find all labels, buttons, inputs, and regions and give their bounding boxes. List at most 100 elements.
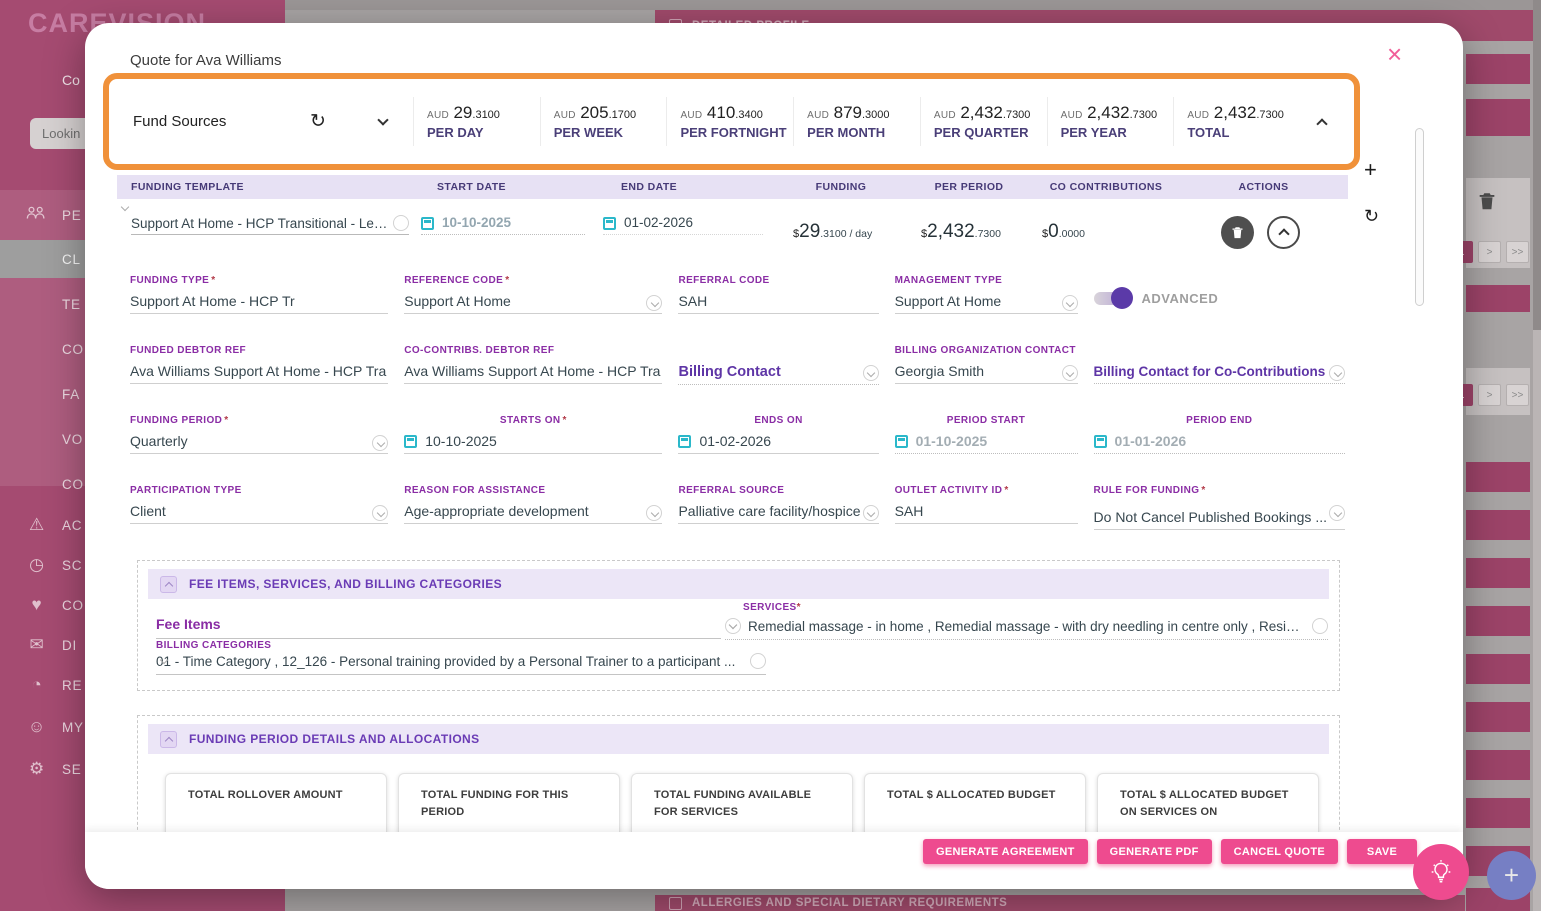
background-row-bar (1466, 654, 1530, 684)
background-top-strip (285, 0, 1541, 10)
next-page-button[interactable]: > (1478, 384, 1501, 406)
calendar-icon[interactable] (603, 217, 616, 230)
referral-source-field[interactable]: REFERRAL SOURCE Palliative care facility… (678, 485, 879, 529)
save-button[interactable]: SAVE (1347, 839, 1417, 864)
modal-scrollbar[interactable] (1415, 128, 1424, 306)
add-fund-source-icon[interactable]: + (1364, 157, 1377, 183)
chevron-down-icon[interactable] (1061, 365, 1078, 381)
funding-type-field[interactable]: FUNDING TYPE * Support At Home - HCP Tr (130, 275, 389, 319)
billing-contact-co-contributions-field[interactable]: Billing Contact for Co-Contributions (1093, 345, 1345, 389)
background-row-bar (1466, 99, 1530, 136)
calendar-icon[interactable] (421, 217, 434, 230)
billing-organization-contact-field[interactable]: BILLING ORGANIZATION CONTACT Georgia Smi… (894, 345, 1078, 389)
co-contributions-amount: $0.0000 (1042, 221, 1085, 242)
checkbox-icon[interactable] (669, 896, 682, 910)
gear-icon: ⚙ (28, 759, 46, 778)
chevron-down-icon[interactable] (1312, 618, 1328, 634)
funding-period-field[interactable]: FUNDING PERIOD * Quarterly (130, 415, 389, 459)
fee-items-section: FEE ITEMS, SERVICES, AND BILLING CATEGOR… (137, 560, 1340, 691)
refresh-icon[interactable]: ↻ (283, 110, 353, 133)
close-icon[interactable]: × (1387, 41, 1402, 67)
reason-for-assistance-field[interactable]: REASON FOR ASSISTANCE Age-appropriate de… (404, 485, 663, 529)
advanced-toggle[interactable] (1093, 287, 1133, 309)
funding-template-select[interactable]: Support At Home - HCP Transitional - Lev… (131, 215, 409, 235)
calendar-icon[interactable] (678, 434, 692, 448)
background-row-bar (1466, 798, 1530, 828)
funding-table-header: FUNDING TEMPLATE START DATE END DATE FUN… (117, 175, 1348, 199)
clock-icon: ◷ (29, 555, 45, 574)
add-new-button[interactable]: + (1487, 851, 1536, 900)
billing-contact-field[interactable]: Billing Contact (678, 345, 879, 389)
chevron-down-icon[interactable] (862, 365, 879, 381)
fund-summary-total: AUD 2,432.7300 TOTAL (1173, 97, 1300, 146)
chevron-down-icon[interactable] (353, 113, 413, 126)
chevron-down-icon[interactable] (1061, 295, 1078, 311)
sidebar-greeting: Co (62, 72, 80, 88)
last-page-button[interactable]: >> (1506, 384, 1529, 406)
refresh-icon[interactable]: ↻ (1364, 206, 1379, 227)
scrollbar-thumb[interactable] (1533, 0, 1541, 330)
rule-for-funding-field[interactable]: RULE FOR FUNDING * Do Not Cancel Publishe… (1093, 485, 1345, 530)
fund-summary-per-day: AUD 29.3100 PER DAY (413, 97, 540, 146)
row-actions (1179, 215, 1348, 249)
chevron-down-icon[interactable] (750, 653, 766, 669)
chevron-up-icon[interactable] (1300, 116, 1344, 130)
calendar-icon[interactable] (404, 434, 418, 448)
background-row-bar (1466, 750, 1530, 780)
chevron-down-icon[interactable] (1329, 505, 1345, 521)
co-contribs-debtor-ref-field[interactable]: CO-CONTRIBS. DEBTOR REF Ava Williams Sup… (404, 345, 663, 389)
allergies-header: ALLERGIES AND SPECIAL DIETARY REQUIREMEN… (655, 895, 1465, 911)
person-icon: ☺ (27, 717, 47, 736)
funded-debtor-ref-field[interactable]: FUNDED DEBTOR REF Ava Williams Support A… (130, 345, 389, 389)
services-field[interactable]: Remedial massage - in home , Remedial ma… (725, 618, 1328, 640)
last-page-button[interactable]: >> (1506, 241, 1529, 263)
period-start-field[interactable]: PERIOD START 01-10-2025 (894, 415, 1078, 459)
chevron-down-icon[interactable] (862, 505, 879, 521)
delete-row-button[interactable] (1221, 215, 1254, 249)
modal-footer: GENERATE AGREEMENT GENERATE PDF CANCEL Q… (85, 832, 1463, 889)
advanced-toggle-field: ADVANCED (1093, 275, 1345, 319)
lightbulb-icon (1431, 860, 1451, 883)
period-end-field[interactable]: PERIOD END 01-01-2026 (1093, 415, 1345, 459)
participation-type-field[interactable]: PARTICIPATION TYPE Client (130, 485, 389, 529)
funding-template-row: Support At Home - HCP Transitional - Lev… (117, 200, 1348, 264)
sidebar-item-label: PE (62, 207, 82, 223)
alert-icon: ⚠ (28, 515, 46, 534)
chat-icon: ✉ (29, 635, 45, 654)
trash-icon[interactable] (1476, 190, 1498, 212)
funding-amount: $29.3100 / day (793, 221, 873, 242)
fee-section-header: FEE ITEMS, SERVICES, AND BILLING CATEGOR… (148, 569, 1329, 599)
generate-agreement-button[interactable]: GENERATE AGREEMENT (922, 839, 1088, 864)
billing-categories-field[interactable]: 01 - Time Category , 12_126 - Personal t… (156, 653, 766, 675)
reference-code-field[interactable]: REFERENCE CODE * Support At Home (404, 275, 663, 319)
outlet-activity-id-field[interactable]: OUTLET ACTIVITY ID * SAH (894, 485, 1078, 529)
per-period-amount: $2,432.7300 (921, 221, 1001, 242)
background-row-bar (1466, 54, 1530, 84)
collapse-section-icon[interactable] (160, 575, 177, 593)
funding-period-details-section: FUNDING PERIOD DETAILS AND ALLOCATIONS T… (137, 715, 1340, 845)
management-type-field[interactable]: MANAGEMENT TYPE Support At Home (894, 275, 1078, 319)
heart-icon: ♥ (31, 595, 43, 614)
page-scrollbar[interactable] (1533, 0, 1541, 911)
end-date-field[interactable]: 01-02-2026 (603, 215, 763, 235)
background-row-bar (1466, 702, 1530, 732)
collapse-row-button[interactable] (1267, 215, 1300, 249)
calendar-icon[interactable] (1093, 434, 1107, 448)
generate-pdf-button[interactable]: GENERATE PDF (1096, 839, 1212, 864)
calendar-icon[interactable] (894, 434, 908, 448)
referral-code-field[interactable]: REFERRAL CODE SAH (678, 275, 879, 319)
background-row-bar (1466, 558, 1530, 588)
ends-on-field[interactable]: ENDS ON 01-02-2026 (678, 415, 879, 459)
next-page-button[interactable]: > (1478, 241, 1501, 263)
quote-modal: Quote for Ava Williams × Fund Sources ↻ … (85, 23, 1463, 889)
chevron-down-icon[interactable] (393, 215, 409, 231)
quote-form: FUNDING TYPE * Support At Home - HCP Tr R… (130, 275, 1345, 530)
fee-items-field[interactable]: Fee Items (156, 616, 721, 639)
cancel-quote-button[interactable]: CANCEL QUOTE (1220, 839, 1338, 864)
help-bulb-button[interactable] (1413, 844, 1469, 900)
chevron-down-icon[interactable] (1329, 365, 1345, 381)
start-date-field[interactable]: 10-10-2025 (421, 215, 585, 235)
starts-on-field[interactable]: STARTS ON * 10-10-2025 (404, 415, 663, 459)
modal-title: Quote for Ava Williams (130, 52, 282, 69)
collapse-section-icon[interactable] (160, 730, 177, 748)
